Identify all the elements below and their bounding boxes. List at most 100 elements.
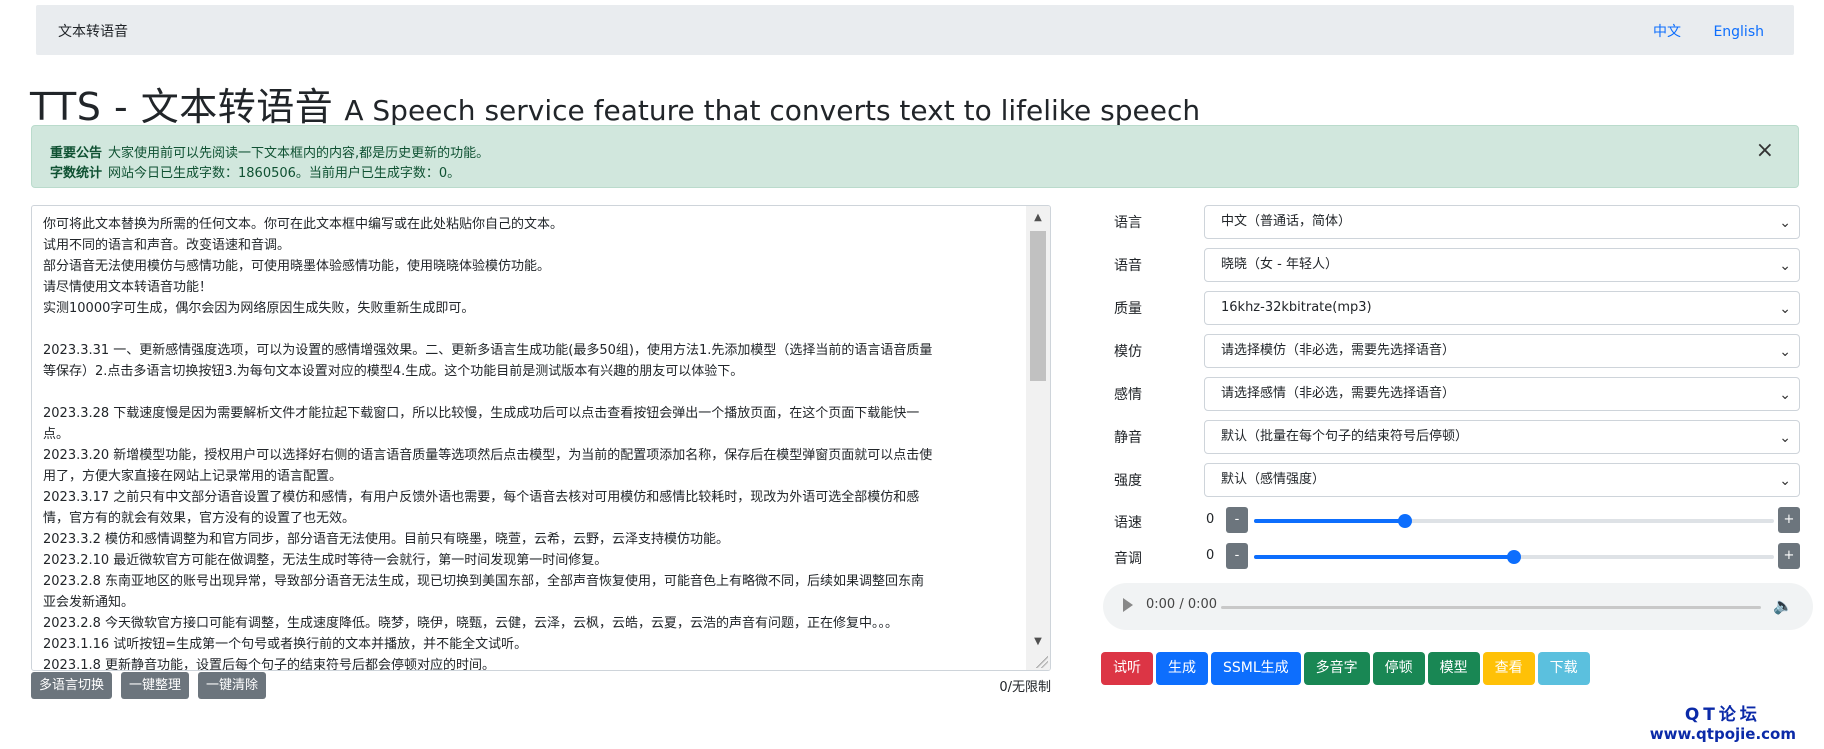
select-value: 请选择模仿（非必选，需要先选择语音） bbox=[1221, 343, 1456, 358]
navbar-brand[interactable]: 文本转语音 bbox=[58, 21, 128, 41]
stats-text: 网站今日已生成字数：1860506。当前用户已生成字数：0。 bbox=[108, 166, 461, 181]
text-line: 2023.3.20 新增模型功能，授权用户可以选择好右侧的语言语音质量等选项然后… bbox=[43, 448, 933, 463]
slider-fill bbox=[1254, 519, 1405, 523]
setting-label: 语言 bbox=[1114, 215, 1142, 231]
chevron-down-icon: ⌄ bbox=[1779, 473, 1791, 489]
role-select[interactable]: 请选择模仿（非必选，需要先选择语音） ⌄ bbox=[1204, 334, 1800, 368]
watermark-title: QT论坛 bbox=[1684, 705, 1761, 725]
chevron-down-icon: ⌄ bbox=[1779, 215, 1791, 231]
resize-handle-icon[interactable] bbox=[1036, 656, 1048, 668]
polyphone-button[interactable]: 多音字 bbox=[1303, 652, 1370, 685]
text-line: 2023.3.28 下载速度慢是因为需要解析文件才能拉起下载窗口，所以比较慢，生… bbox=[43, 406, 920, 421]
generate-button[interactable]: 生成 bbox=[1156, 652, 1208, 685]
watermark: QT论坛 www.qtpojie.com bbox=[1650, 700, 1796, 743]
pitch-decrease-button[interactable]: - bbox=[1226, 543, 1248, 569]
text-line: 2023.2.8 今天微软官方接口可能有调整，生成速度降低。晓梦，晓伊，晓甄，云… bbox=[43, 616, 899, 631]
rate-slider-row: 语速 0 - + bbox=[1080, 507, 1800, 535]
download-button[interactable]: 下载 bbox=[1537, 652, 1590, 685]
nav-link-chinese[interactable]: 中文 bbox=[1653, 24, 1681, 40]
text-line: 2023.1.16 试听按钮=生成第一个句号或者换行前的文本并播放，并不能全文试… bbox=[43, 637, 528, 652]
scroll-up-icon[interactable]: ▲ bbox=[1026, 208, 1050, 228]
setting-emotion: 感情 请选择感情（非必选，需要先选择语音） ⌄ bbox=[1080, 377, 1800, 411]
preview-button[interactable]: 试听 bbox=[1101, 652, 1153, 685]
emotion-select[interactable]: 请选择感情（非必选，需要先选择语音） ⌄ bbox=[1204, 377, 1800, 411]
text-line: 试用不同的语言和声音。改变语速和音调。 bbox=[43, 238, 291, 253]
scroll-down-icon[interactable]: ▼ bbox=[1026, 632, 1050, 652]
text-tool-buttons: 多语言切换 一键整理 一键清除 bbox=[31, 672, 275, 699]
text-line: 2023.2.10 最近微软官方可能在做调整，无法生成时等待一会就行，第一时间发… bbox=[43, 553, 608, 568]
text-line: 2023.3.31 一、更新感情强度选项，可以为设置的感情增强效果。二、更新多语… bbox=[43, 343, 933, 358]
text-line: 部分语音无法使用模仿与感情功能，可使用晓墨体验感情功能，使用晓晓体验模仿功能。 bbox=[43, 259, 551, 274]
chevron-down-icon: ⌄ bbox=[1779, 301, 1791, 317]
play-icon[interactable] bbox=[1123, 598, 1133, 612]
setting-label: 静音 bbox=[1114, 430, 1142, 446]
text-line: 用了，方便大家直接在网站上记录常用的语言配置。 bbox=[43, 469, 343, 484]
setting-silence: 静音 默认（批量在每个句子的结束符号后停顿） ⌄ bbox=[1080, 420, 1800, 454]
slider-value: 0 bbox=[1206, 512, 1215, 527]
setting-label: 语音 bbox=[1114, 258, 1142, 274]
page-title-main: TTS - 文本转语音 bbox=[30, 85, 334, 129]
nav-link-english[interactable]: English bbox=[1713, 24, 1764, 40]
chevron-down-icon: ⌄ bbox=[1779, 344, 1791, 360]
audio-progress-bar[interactable] bbox=[1221, 606, 1761, 609]
setting-language: 语言 中文（普通话，简体） ⌄ bbox=[1080, 205, 1800, 239]
pitch-slider[interactable] bbox=[1254, 550, 1774, 564]
slider-value: 0 bbox=[1206, 548, 1215, 563]
text-line: 亚会发新通知。 bbox=[43, 595, 135, 610]
text-line: 等保存）2.点击多语言切换按钮3.为每句文本设置对应的模型4.生成。这个功能目前… bbox=[43, 364, 744, 379]
voice-select[interactable]: 晓晓（女 - 年轻人） ⌄ bbox=[1204, 248, 1800, 282]
quality-select[interactable]: 16khz-32kbitrate(mp3) ⌄ bbox=[1204, 291, 1800, 325]
scrollbar-thumb[interactable] bbox=[1030, 231, 1046, 381]
setting-quality: 质量 16khz-32kbitrate(mp3) ⌄ bbox=[1080, 291, 1800, 325]
page-title: TTS - 文本转语音 A Speech service feature tha… bbox=[30, 76, 1200, 131]
close-icon[interactable]: × bbox=[1756, 140, 1774, 162]
text-content[interactable]: 你可将此文本替换为所需的任何文本。你可在此文本框中编写或在此处粘贴你自己的文本。… bbox=[43, 214, 1023, 671]
view-button[interactable]: 查看 bbox=[1482, 652, 1535, 685]
setting-voice: 语音 晓晓（女 - 年轻人） ⌄ bbox=[1080, 248, 1800, 282]
intensity-select[interactable]: 默认（感情强度） ⌄ bbox=[1204, 463, 1800, 497]
notice-label: 重要公告 bbox=[50, 146, 103, 161]
slider-label: 音调 bbox=[1114, 551, 1142, 567]
language-links: 中文 English bbox=[1625, 21, 1764, 41]
select-value: 晓晓（女 - 年轻人） bbox=[1221, 257, 1338, 272]
ssml-generate-button[interactable]: SSML生成 bbox=[1211, 652, 1301, 685]
slider-label: 语速 bbox=[1114, 515, 1142, 531]
text-line: 2023.3.17 之前只有中文部分语音设置了模仿和感情，有用户反馈外语也需要，… bbox=[43, 490, 920, 505]
pause-button[interactable]: 停顿 bbox=[1372, 652, 1425, 685]
select-value: 请选择感情（非必选，需要先选择语音） bbox=[1221, 386, 1456, 401]
page-subtitle: A Speech service feature that converts t… bbox=[344, 94, 1201, 127]
text-line: 情，官方有的就会有效果，官方没有的设置了也无效。 bbox=[43, 511, 356, 526]
pitch-increase-button[interactable]: + bbox=[1778, 543, 1800, 569]
setting-intensity: 强度 默认（感情强度） ⌄ bbox=[1080, 463, 1800, 497]
text-line: 你可将此文本替换为所需的任何文本。你可在此文本框中编写或在此处粘贴你自己的文本。 bbox=[43, 217, 564, 232]
clear-button[interactable]: 一键清除 bbox=[198, 672, 267, 699]
volume-icon[interactable]: 🔈 bbox=[1773, 596, 1793, 615]
slider-thumb[interactable] bbox=[1507, 550, 1521, 564]
char-count: 0/无限制 bbox=[999, 680, 1051, 695]
slider-thumb[interactable] bbox=[1397, 514, 1412, 528]
text-input-area[interactable]: 你可将此文本替换为所需的任何文本。你可在此文本框中编写或在此处粘贴你自己的文本。… bbox=[31, 205, 1051, 671]
multi-language-button[interactable]: 多语言切换 bbox=[31, 672, 113, 699]
pitch-slider-row: 音调 0 - + bbox=[1080, 543, 1800, 571]
rate-decrease-button[interactable]: - bbox=[1226, 507, 1248, 533]
select-value: 16khz-32kbitrate(mp3) bbox=[1221, 300, 1372, 315]
notice-text: 大家使用前可以先阅读一下文本框内的内容,都是历史更新的功能。 bbox=[108, 146, 490, 161]
text-line bbox=[43, 382, 1023, 403]
text-line: 2023.1.8 更新静音功能，设置后每个句子的结束符号后都会停顿对应的时间。 bbox=[43, 658, 496, 671]
rate-increase-button[interactable]: + bbox=[1778, 507, 1800, 533]
rate-slider[interactable] bbox=[1254, 514, 1774, 528]
notice-alert: 重要公告 大家使用前可以先阅读一下文本框内的内容,都是历史更新的功能。 字数统计网… bbox=[31, 125, 1799, 188]
text-line: 实测10000字可生成，偶尔会因为网络原因生成失败，失败重新生成即可。 bbox=[43, 301, 475, 316]
model-button[interactable]: 模型 bbox=[1427, 652, 1480, 685]
chevron-down-icon: ⌄ bbox=[1779, 430, 1791, 446]
text-line bbox=[43, 319, 1023, 340]
setting-label: 质量 bbox=[1114, 301, 1142, 317]
stats-label: 字数统计 bbox=[50, 166, 103, 181]
silence-select[interactable]: 默认（批量在每个句子的结束符号后停顿） ⌄ bbox=[1204, 420, 1800, 454]
language-select[interactable]: 中文（普通话，简体） ⌄ bbox=[1204, 205, 1800, 239]
stats-line: 字数统计 网站今日已生成字数：1860506。当前用户已生成字数：0。 bbox=[50, 162, 460, 181]
text-line: 点。 bbox=[43, 427, 70, 442]
format-button[interactable]: 一键整理 bbox=[121, 672, 190, 699]
textarea-scrollbar[interactable]: ▲ ▼ bbox=[1026, 206, 1050, 670]
text-line: 2023.3.2 模仿和感情调整为和官方同步，部分语音无法使用。目前只有晓墨，晓… bbox=[43, 532, 730, 547]
